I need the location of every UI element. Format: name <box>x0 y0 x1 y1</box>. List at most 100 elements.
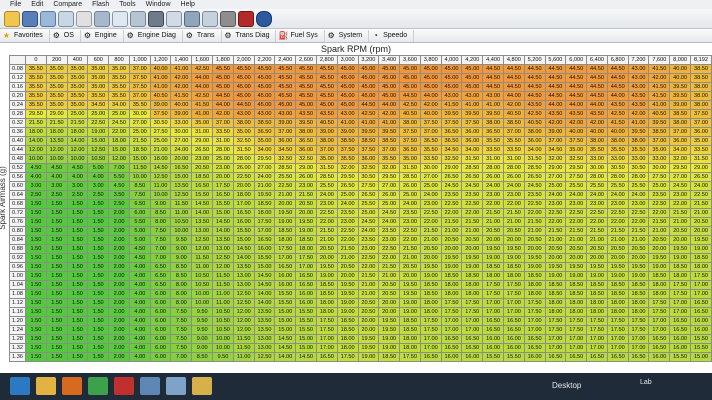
tab-fuel-sys[interactable]: ⛽ Fuel Sys <box>276 29 325 42</box>
table-cell[interactable]: 2.00 <box>108 253 130 263</box>
table-cell[interactable]: 44.50 <box>606 82 629 92</box>
table-cell[interactable]: 11.50 <box>212 280 234 290</box>
column-header[interactable]: 6,400 <box>586 55 608 65</box>
table-cell[interactable]: 19.00 <box>565 271 588 281</box>
table-cell[interactable]: 39.50 <box>461 109 484 119</box>
table-cell[interactable]: 14.00 <box>253 298 276 308</box>
table-cell[interactable]: 37.50 <box>357 145 380 155</box>
column-header[interactable]: 4,800 <box>502 55 525 65</box>
table-cell[interactable]: 24.50 <box>108 118 130 128</box>
table-cell[interactable]: 17.00 <box>690 289 712 299</box>
table-cell[interactable]: 41.50 <box>191 100 214 110</box>
table-cell[interactable]: 8.50 <box>170 271 193 281</box>
table-cell[interactable]: 5.00 <box>128 226 151 236</box>
table-cell[interactable]: 37.50 <box>399 127 421 137</box>
table-cell[interactable]: 13.00 <box>212 244 234 254</box>
table-cell[interactable]: 22.00 <box>108 127 130 137</box>
table-cell[interactable]: 11.00 <box>212 289 234 299</box>
table-cell[interactable]: 20.50 <box>523 235 546 245</box>
table-cell[interactable]: 17.50 <box>440 298 463 308</box>
table-cell[interactable]: 1.50 <box>45 280 68 290</box>
table-cell[interactable]: 1.50 <box>87 334 110 344</box>
table-cell[interactable]: 45.00 <box>440 82 463 92</box>
table-cell[interactable]: 33.50 <box>419 154 442 164</box>
table-cell[interactable]: 2.00 <box>108 325 130 335</box>
table-cell[interactable]: 21.00 <box>627 235 650 245</box>
table-cell[interactable]: 15.50 <box>482 352 504 362</box>
table-cell[interactable]: 18.00 <box>440 280 463 290</box>
table-cell[interactable]: 33.50 <box>690 145 712 155</box>
table-cell[interactable]: 35.00 <box>399 154 421 164</box>
table-cell[interactable]: 19.00 <box>357 352 380 362</box>
table-cell[interactable]: 23.00 <box>544 199 567 209</box>
table-cell[interactable]: 35.00 <box>87 64 110 74</box>
table-cell[interactable]: 18.00 <box>399 343 421 353</box>
column-header[interactable]: 3,000 <box>336 55 359 65</box>
table-cell[interactable]: 18.50 <box>461 271 484 281</box>
row-header[interactable]: 1.36 <box>9 352 26 362</box>
table-cell[interactable]: 35.00 <box>45 73 68 83</box>
table-cell[interactable]: 42.50 <box>191 64 214 74</box>
table-cell[interactable]: 18.50 <box>315 289 338 299</box>
table-cell[interactable]: 1.50 <box>66 280 89 290</box>
table-cell[interactable]: 44.50 <box>523 73 546 83</box>
table-cell[interactable]: 17.00 <box>669 298 691 308</box>
table-cell[interactable]: 17.00 <box>482 298 504 308</box>
column-header[interactable]: 1,200 <box>149 55 172 65</box>
row-header[interactable]: 0.84 <box>9 235 26 245</box>
column-header[interactable]: 7,200 <box>627 55 650 65</box>
row-header[interactable]: 0.72 <box>9 208 26 218</box>
table-cell[interactable]: 1.50 <box>25 235 47 245</box>
table-cell[interactable]: 35.50 <box>25 73 47 83</box>
table-cell[interactable]: 1.50 <box>25 298 47 308</box>
table-cell[interactable]: 17.00 <box>315 334 338 344</box>
table-cell[interactable]: 19.50 <box>669 244 691 254</box>
table-cell[interactable]: 6.00 <box>149 316 172 326</box>
table-cell[interactable]: 18.50 <box>399 316 421 326</box>
table-cell[interactable]: 38.50 <box>336 136 359 146</box>
table-cell[interactable]: 15.50 <box>274 298 297 308</box>
table-cell[interactable]: 39.50 <box>669 91 691 101</box>
table-cell[interactable]: 45.00 <box>440 73 463 83</box>
table-cell[interactable]: 25.50 <box>357 199 380 209</box>
table-cell[interactable]: 42.50 <box>523 109 546 119</box>
table-cell[interactable]: 45.50 <box>274 82 297 92</box>
table-cell[interactable]: 44.50 <box>357 100 380 110</box>
table-cell[interactable]: 1.50 <box>45 271 68 281</box>
table-cell[interactable]: 14.00 <box>191 208 214 218</box>
table-cell[interactable]: 45.00 <box>399 64 421 74</box>
table-cell[interactable]: 4.50 <box>128 244 151 254</box>
table-cell[interactable]: 23.00 <box>586 199 608 209</box>
table-cell[interactable]: 40.50 <box>315 118 338 128</box>
table-cell[interactable]: 19.50 <box>274 208 297 218</box>
table-cell[interactable]: 11.50 <box>232 334 255 344</box>
table-cell[interactable]: 44.50 <box>482 82 504 92</box>
table-cell[interactable]: 2.00 <box>108 262 130 272</box>
table-cell[interactable]: 16.00 <box>253 244 276 254</box>
table-cell[interactable]: 45.00 <box>212 73 234 83</box>
table-cell[interactable]: 34.00 <box>669 145 691 155</box>
table-cell[interactable]: 36.00 <box>274 136 297 146</box>
table-cell[interactable]: 10.00 <box>212 343 234 353</box>
table-cell[interactable]: 17.00 <box>627 334 650 344</box>
table-cell[interactable]: 18.00 <box>586 298 608 308</box>
table-cell[interactable]: 19.00 <box>336 307 359 317</box>
table-cell[interactable]: 17.00 <box>606 334 629 344</box>
table-cell[interactable]: 1.50 <box>66 352 89 362</box>
table-cell[interactable]: 16.50 <box>461 334 484 344</box>
row-header[interactable]: 0.88 <box>9 244 26 254</box>
table-cell[interactable]: 10.00 <box>191 289 214 299</box>
screen-icon[interactable] <box>166 377 186 395</box>
table-cell[interactable]: 42.00 <box>627 109 650 119</box>
table-cell[interactable]: 1.50 <box>87 316 110 326</box>
table-cell[interactable]: 19.00 <box>399 307 421 317</box>
table-cell[interactable]: 21.00 <box>606 235 629 245</box>
table-cell[interactable]: 19.50 <box>419 262 442 272</box>
table-cell[interactable]: 20.00 <box>274 199 297 209</box>
table-cell[interactable]: 9.00 <box>170 253 193 263</box>
table-cell[interactable]: 17.00 <box>419 343 442 353</box>
table-cell[interactable]: 45.00 <box>419 73 442 83</box>
row-header[interactable]: 0.36 <box>9 127 26 137</box>
table-cell[interactable]: 42.00 <box>648 73 671 83</box>
table-cell[interactable]: 45.00 <box>357 82 380 92</box>
